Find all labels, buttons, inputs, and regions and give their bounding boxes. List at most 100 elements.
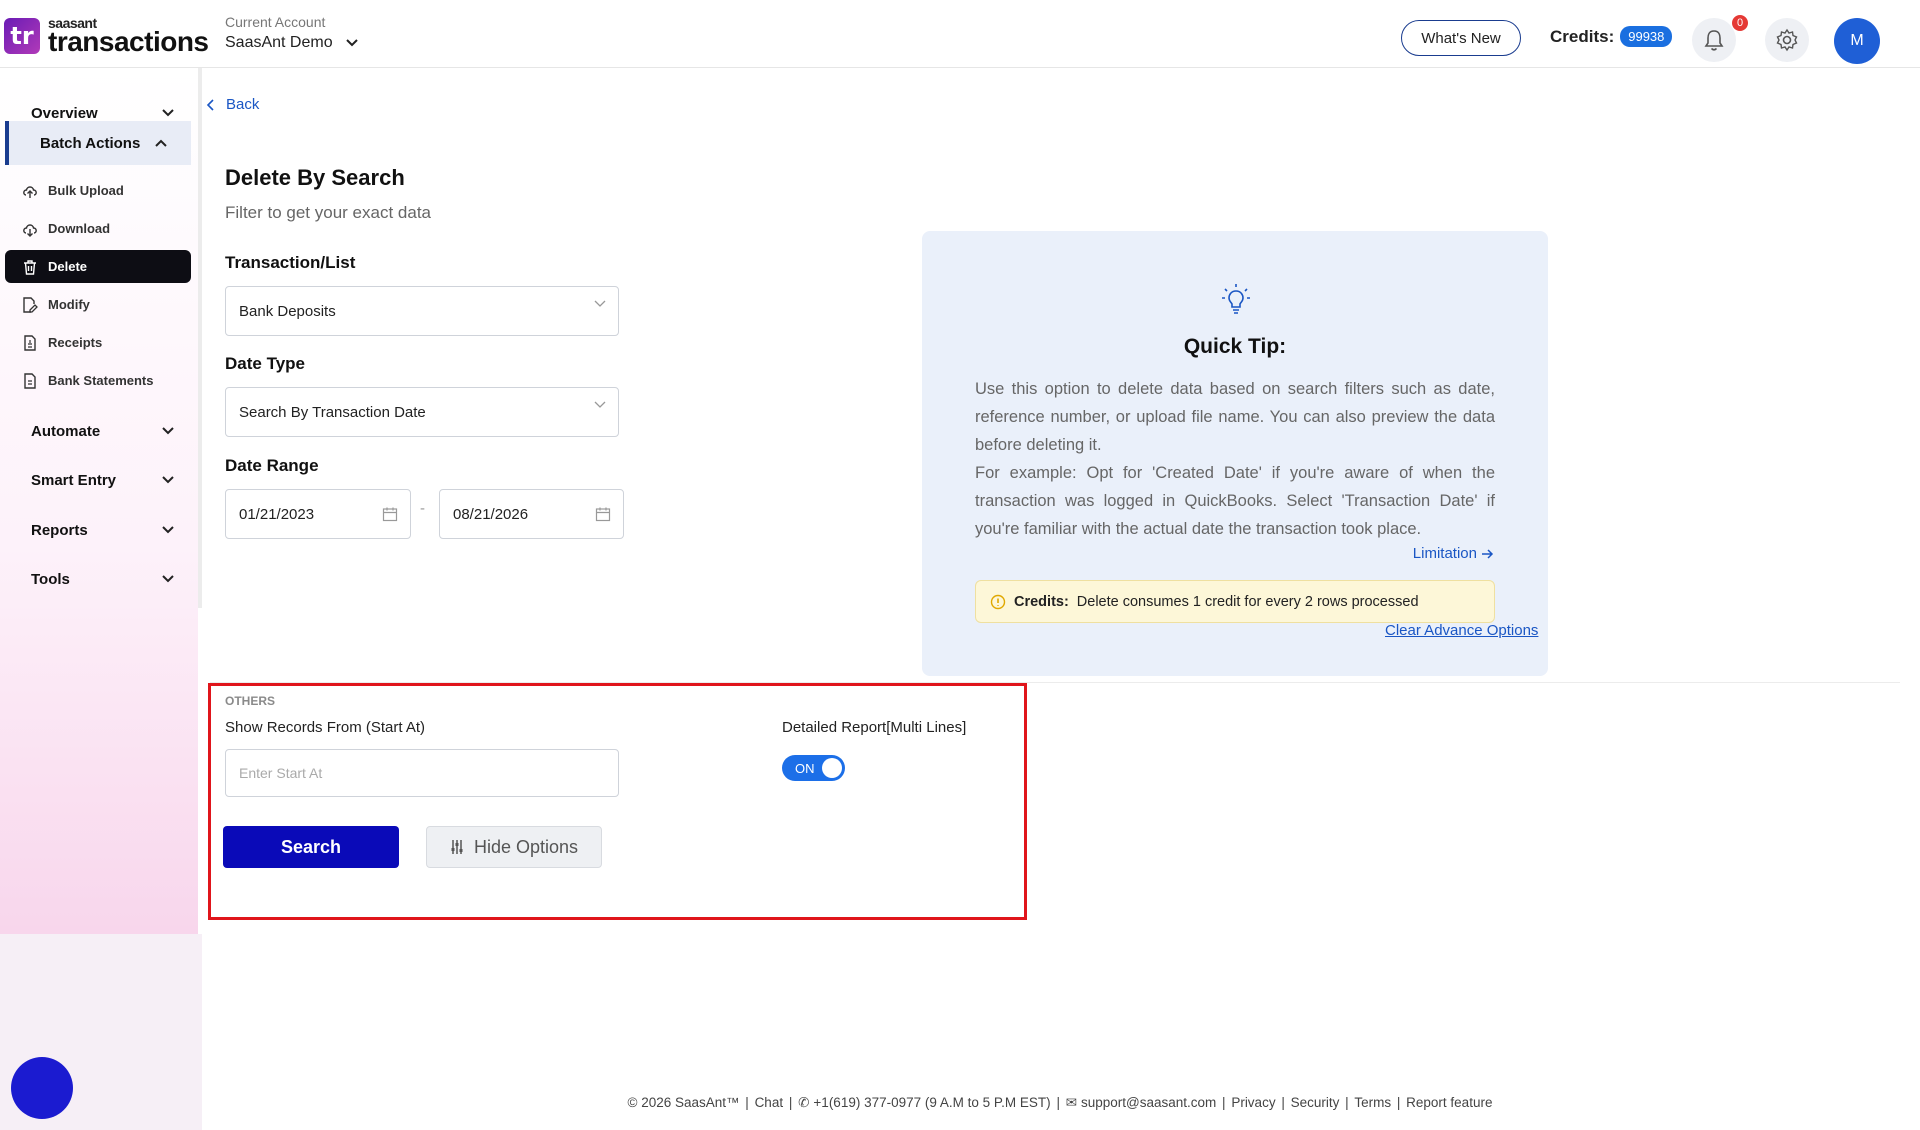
lightbulb-icon bbox=[1222, 284, 1250, 314]
account-label: Current Account bbox=[225, 14, 326, 30]
toggle-state-label: ON bbox=[795, 760, 815, 776]
date-from-input[interactable]: 01/21/2023 bbox=[225, 489, 411, 539]
date-type-select[interactable]: Search By Transaction Date bbox=[225, 387, 619, 437]
sidebar-item-label: Bank Statements bbox=[48, 373, 154, 388]
date-type-label: Date Type bbox=[225, 354, 305, 373]
date-range-separator: - bbox=[420, 500, 425, 517]
footer-chat-link[interactable]: Chat bbox=[755, 1095, 784, 1110]
sidebar-section-reports[interactable]: Reports bbox=[0, 510, 198, 550]
limitation-link[interactable]: Limitation bbox=[1413, 545, 1494, 562]
calendar-icon bbox=[382, 507, 398, 522]
account-name: SaasAnt Demo bbox=[225, 34, 333, 51]
sidebar-section-label: Automate bbox=[31, 422, 101, 440]
logo-big-text: transactions bbox=[48, 26, 209, 57]
footer: © 2026 SaasAnt™ | Chat | ✆ +1(619) 377-09… bbox=[627, 1095, 1493, 1110]
chevron-left-icon bbox=[206, 98, 214, 111]
chevron-down-icon bbox=[162, 575, 174, 583]
top-bar: tr saasant transactions Current Account … bbox=[0, 0, 1920, 68]
transaction-list-value: Bank Deposits bbox=[239, 302, 336, 320]
others-heading: OTHERS bbox=[225, 694, 276, 708]
quick-tip-paragraph-2: For example: Opt for 'Created Date' if y… bbox=[975, 464, 1495, 538]
mail-icon: ✉ bbox=[1065, 1095, 1078, 1110]
sidebar-item-label: Delete bbox=[48, 259, 88, 274]
sidebar-item-receipts[interactable]: Receipts bbox=[5, 326, 191, 359]
info-warning-icon bbox=[990, 594, 1006, 609]
transaction-list-select[interactable]: Bank Deposits bbox=[225, 286, 619, 336]
footer-report-link[interactable]: Report feature bbox=[1406, 1095, 1492, 1110]
credits-badge: 99938 bbox=[1620, 26, 1673, 47]
sidebar-section-label: Overview bbox=[31, 104, 98, 122]
hide-options-label: Hide Options bbox=[473, 836, 579, 857]
bell-icon bbox=[1704, 30, 1724, 51]
back-link[interactable]: Back bbox=[206, 96, 259, 113]
quick-tip-paragraph-1: Use this option to delete data based on … bbox=[975, 380, 1495, 454]
trash-icon bbox=[24, 259, 36, 275]
chevron-down-icon bbox=[345, 39, 358, 47]
chevron-down-icon bbox=[162, 476, 174, 484]
download-cloud-icon bbox=[23, 223, 37, 237]
start-at-input[interactable] bbox=[225, 749, 619, 797]
sidebar-section-tools[interactable]: Tools bbox=[0, 559, 198, 599]
footer-privacy-link[interactable]: Privacy bbox=[1231, 1095, 1275, 1110]
chevron-up-icon bbox=[155, 139, 167, 147]
gear-icon bbox=[1776, 28, 1798, 52]
footer-email-link[interactable]: support@saasant.com bbox=[1081, 1095, 1216, 1110]
sidebar-item-label: Receipts bbox=[48, 335, 103, 350]
sidebar-item-modify[interactable]: Modify bbox=[5, 288, 191, 321]
footer-phone: +1(619) 377-0977 (9 A.M to 5 P.M EST) bbox=[813, 1095, 1051, 1110]
sidebar-section-smart-entry[interactable]: Smart Entry bbox=[0, 460, 198, 500]
statement-icon bbox=[24, 372, 36, 389]
logo-mark: tr bbox=[4, 18, 40, 54]
app-logo[interactable]: tr saasant transactions bbox=[4, 16, 209, 56]
sidebar-item-bank-statements[interactable]: Bank Statements bbox=[5, 364, 191, 397]
clear-advance-options-link[interactable]: Clear Advance Options bbox=[1385, 622, 1538, 639]
hide-options-button[interactable]: Hide Options bbox=[426, 826, 602, 868]
phone-icon: ✆ bbox=[798, 1095, 810, 1110]
upload-cloud-icon bbox=[23, 185, 37, 198]
start-at-label: Show Records From (Start At) bbox=[225, 719, 426, 736]
calendar-icon bbox=[595, 507, 611, 522]
settings-button[interactable] bbox=[1765, 18, 1809, 62]
chevron-down-icon bbox=[594, 300, 606, 307]
sidebar-item-bulk-upload[interactable]: Bulk Upload bbox=[5, 174, 191, 207]
footer-copyright: © 2026 SaasAnt™ bbox=[627, 1095, 740, 1110]
credits-label: Credits: bbox=[1550, 26, 1615, 46]
credit-note-bold: Credits: bbox=[1014, 593, 1069, 610]
quick-tip-panel: Quick Tip: Use this option to delete dat… bbox=[922, 231, 1548, 676]
chevron-down-icon bbox=[162, 526, 174, 534]
quick-tip-title: Quick Tip: bbox=[1183, 335, 1287, 358]
edit-file-icon bbox=[23, 296, 38, 313]
footer-terms-link[interactable]: Terms bbox=[1354, 1095, 1391, 1110]
chevron-down-icon bbox=[162, 427, 174, 435]
detailed-report-toggle[interactable]: ON bbox=[782, 755, 845, 781]
receipt-icon bbox=[24, 334, 36, 351]
page-subtitle: Filter to get your exact data bbox=[225, 203, 431, 222]
sidebar-item-label: Modify bbox=[48, 297, 90, 312]
limitation-label: Limitation bbox=[1412, 545, 1477, 562]
transaction-list-label: Transaction/List bbox=[225, 253, 356, 272]
search-button[interactable]: Search bbox=[223, 826, 399, 868]
date-from-value: 01/21/2023 bbox=[239, 505, 315, 523]
quick-tip-body: Use this option to delete data based on … bbox=[975, 375, 1495, 543]
sliders-icon bbox=[451, 840, 463, 854]
footer-security-link[interactable]: Security bbox=[1291, 1095, 1340, 1110]
date-to-value: 08/21/2026 bbox=[453, 505, 529, 523]
user-avatar[interactable]: M bbox=[1834, 18, 1880, 64]
sidebar-item-label: Download bbox=[48, 221, 111, 236]
credit-note-text: Delete consumes 1 credit for every 2 row… bbox=[1076, 593, 1419, 610]
chevron-down-icon bbox=[162, 109, 174, 117]
date-to-input[interactable]: 08/21/2026 bbox=[439, 489, 624, 539]
sidebar: Overview Batch Actions Bulk Upload Downl… bbox=[0, 68, 198, 934]
back-label: Back bbox=[226, 96, 260, 113]
account-switcher[interactable]: Current Account SaasAnt Demo bbox=[225, 14, 359, 52]
sidebar-item-label: Bulk Upload bbox=[48, 183, 124, 198]
sidebar-item-delete[interactable]: Delete bbox=[5, 250, 191, 283]
credits-display: Credits: 99938 bbox=[1550, 26, 1673, 47]
detailed-report-label: Detailed Report[Multi Lines] bbox=[782, 719, 967, 736]
sidebar-section-automate[interactable]: Automate bbox=[0, 411, 198, 451]
whats-new-button[interactable]: What's New bbox=[1401, 20, 1521, 56]
sidebar-section-label: Smart Entry bbox=[31, 471, 117, 489]
sidebar-item-download[interactable]: Download bbox=[5, 212, 191, 245]
notifications-button[interactable] bbox=[1692, 18, 1736, 62]
sidebar-section-batch-actions[interactable]: Batch Actions bbox=[5, 121, 191, 165]
